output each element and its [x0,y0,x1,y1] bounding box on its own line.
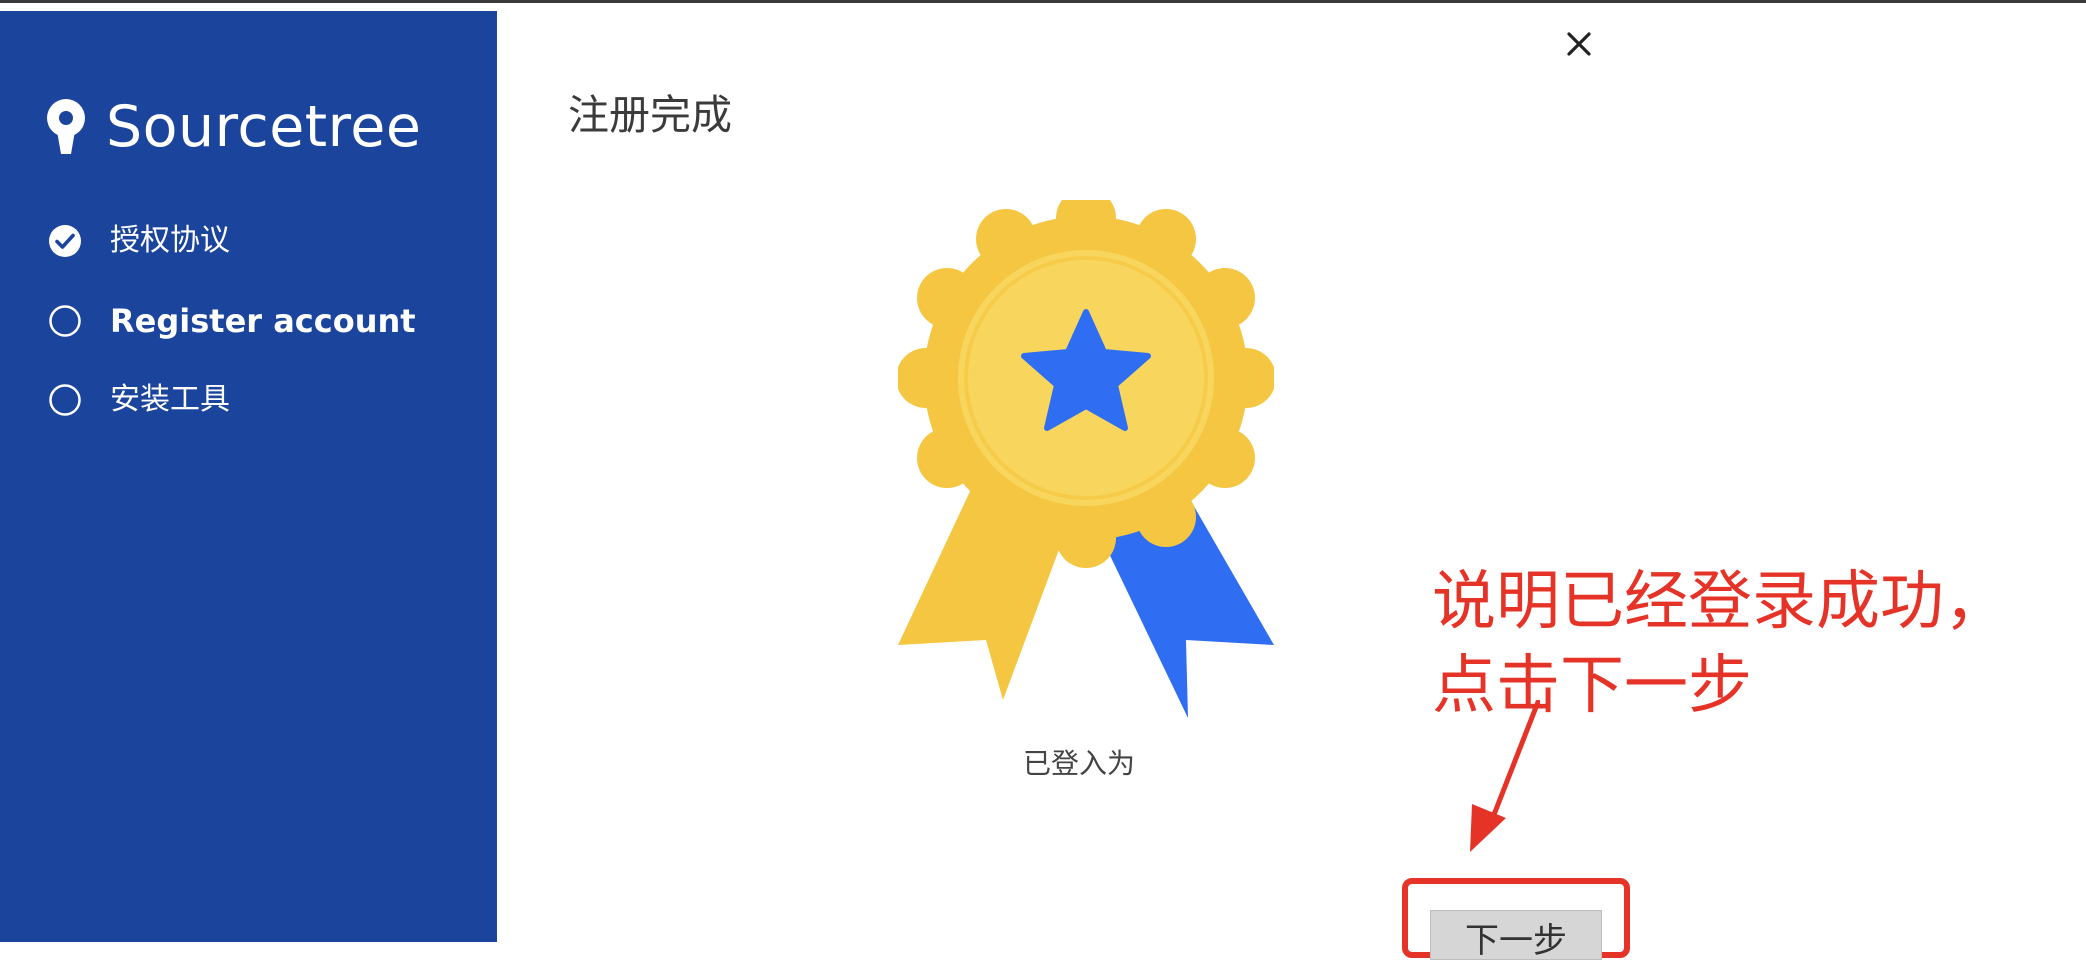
award-ribbon-icon [898,200,1274,718]
circle-outline-icon [49,384,81,416]
next-button[interactable]: 下一步 [1430,910,1602,960]
sourcetree-logo: Sourcetree [44,95,421,159]
logged-in-as-label: 已登入为 [1023,747,1136,780]
check-circle-icon [49,225,81,257]
close-icon [1567,32,1591,56]
step-license-agreement: 授权协议 [48,221,230,261]
step-label: 授权协议 [110,223,230,258]
annotation-arrow-icon [1470,700,1540,852]
circle-outline-icon [49,305,81,337]
step-label: 安装工具 [110,382,230,417]
app-name: Sourcetree [106,94,422,160]
step-register-account: Register account [48,301,416,341]
window-top-border [0,0,2086,3]
sidebar: Sourcetree 授权协议 Register account 安装工具 [0,11,497,942]
step-install-tools: 安装工具 [48,380,230,420]
sourcetree-logo-icon [47,99,85,154]
page-title: 注册完成 [568,91,732,139]
close-button[interactable] [1562,25,1596,65]
step-label: Register account [110,302,416,340]
annotation-line-1: 说明已经登录成功， [1432,565,2008,639]
